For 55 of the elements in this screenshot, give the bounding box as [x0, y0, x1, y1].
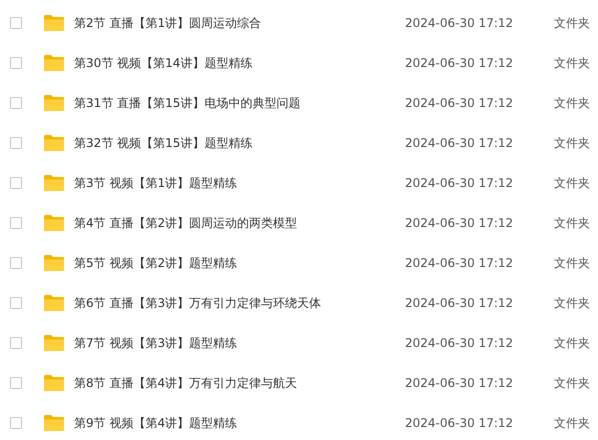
file-type: 文件夹	[554, 214, 591, 232]
modified-date: 2024-06-30 17:12	[405, 176, 514, 190]
checkbox[interactable]	[10, 57, 22, 69]
file-name[interactable]: 第5节 视频【第2讲】题型精练	[74, 254, 405, 272]
folder-icon	[43, 374, 65, 392]
checkbox[interactable]	[10, 257, 22, 269]
file-name[interactable]: 第7节 视频【第3讲】题型精练	[74, 334, 405, 352]
file-name[interactable]: 第31节 直播【第15讲】电场中的典型问题	[74, 94, 405, 112]
folder-icon	[43, 254, 65, 272]
file-name[interactable]: 第3节 视频【第1讲】题型精练	[74, 174, 405, 192]
file-type: 文件夹	[554, 94, 591, 112]
file-type: 文件夹	[554, 334, 591, 352]
modified-date: 2024-06-30 17:12	[405, 56, 514, 70]
file-type: 文件夹	[554, 374, 591, 392]
checkbox[interactable]	[10, 417, 22, 429]
modified-date: 2024-06-30 17:12	[405, 96, 514, 110]
modified-date: 2024-06-30 17:12	[405, 216, 514, 230]
checkbox[interactable]	[10, 297, 22, 309]
folder-icon	[43, 294, 65, 312]
file-type: 文件夹	[554, 134, 591, 152]
file-type: 文件夹	[554, 414, 591, 432]
checkbox[interactable]	[10, 377, 22, 389]
folder-icon	[43, 334, 65, 352]
file-name[interactable]: 第2节 直播【第1讲】圆周运动综合	[74, 14, 405, 32]
folder-icon	[43, 414, 65, 432]
folder-icon	[43, 214, 65, 232]
file-name[interactable]: 第30节 视频【第14讲】题型精练	[74, 54, 405, 72]
modified-date: 2024-06-30 17:12	[405, 296, 514, 310]
modified-date: 2024-06-30 17:12	[405, 136, 514, 150]
checkbox[interactable]	[10, 97, 22, 109]
checkbox[interactable]	[10, 137, 22, 149]
file-type: 文件夹	[554, 254, 591, 272]
file-name[interactable]: 第32节 视频【第15讲】题型精练	[74, 134, 405, 152]
modified-date: 2024-06-30 17:12	[405, 256, 514, 270]
folder-icon	[43, 134, 65, 152]
modified-date: 2024-06-30 17:12	[405, 336, 514, 350]
file-name[interactable]: 第6节 直播【第3讲】万有引力定律与环绕天体	[74, 294, 405, 312]
folder-icon	[43, 94, 65, 112]
checkbox[interactable]	[10, 217, 22, 229]
file-type: 文件夹	[554, 14, 591, 32]
modified-date: 2024-06-30 17:12	[405, 376, 514, 390]
file-name[interactable]: 第4节 直播【第2讲】圆周运动的两类模型	[74, 214, 405, 232]
file-name[interactable]: 第8节 直播【第4讲】万有引力定律与航天	[74, 374, 405, 392]
checkbox[interactable]	[10, 177, 22, 189]
file-type: 文件夹	[554, 174, 591, 192]
modified-date: 2024-06-30 17:12	[405, 416, 514, 430]
file-name[interactable]: 第9节 视频【第4讲】题型精练	[74, 414, 405, 432]
file-type: 文件夹	[554, 54, 591, 72]
checkbox[interactable]	[10, 17, 22, 29]
folder-icon	[43, 174, 65, 192]
folder-icon	[43, 14, 65, 32]
modified-date: 2024-06-30 17:12	[405, 16, 514, 30]
folder-icon	[43, 54, 65, 72]
checkbox[interactable]	[10, 337, 22, 349]
file-type: 文件夹	[554, 294, 591, 312]
